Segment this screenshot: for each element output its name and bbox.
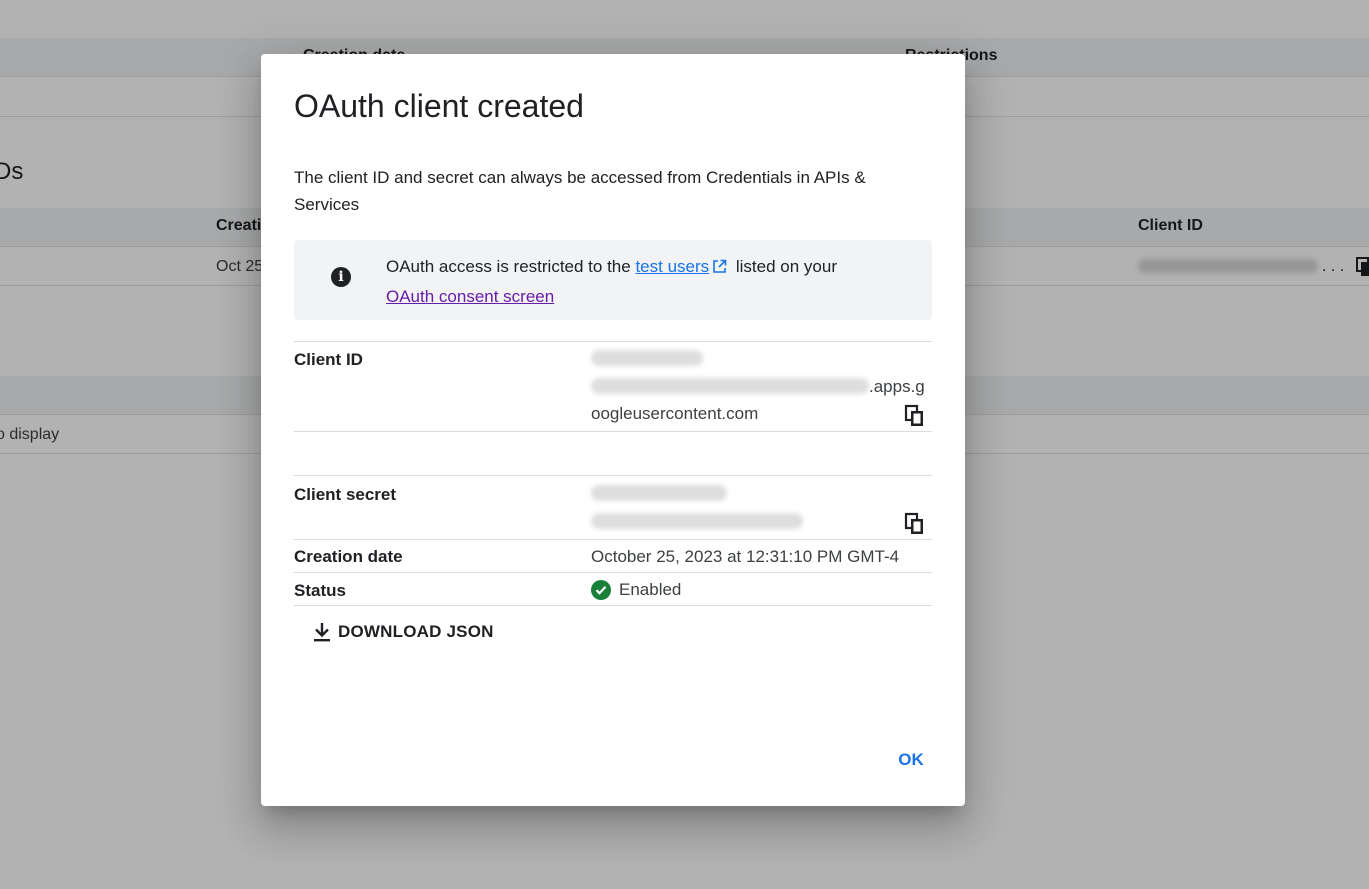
info-banner: i OAuth access is restricted to the test…	[294, 240, 932, 320]
check-circle-icon	[591, 580, 611, 600]
download-json-label: DOWNLOAD JSON	[338, 622, 494, 641]
client-secret-redacted-1	[591, 485, 727, 501]
copy-icon	[904, 512, 923, 534]
download-icon	[314, 623, 330, 642]
client-id-label: Client ID	[294, 350, 363, 369]
copy-client-id-button[interactable]	[904, 404, 928, 428]
external-link-icon[interactable]	[712, 255, 727, 283]
test-users-link[interactable]: test users	[635, 257, 709, 276]
client-secret-label: Client secret	[294, 485, 397, 504]
consent-screen-link[interactable]: OAuth consent screen	[386, 287, 554, 306]
divider	[294, 341, 932, 342]
status-value: Enabled	[591, 578, 681, 602]
client-id-tail: oogleusercontent.com	[591, 404, 759, 423]
download-json-button[interactable]: DOWNLOAD JSON	[302, 614, 506, 650]
client-id-redacted-2	[591, 378, 869, 394]
copy-icon	[904, 404, 923, 426]
client-id-suffix: .apps.g	[869, 377, 925, 396]
divider	[294, 605, 932, 606]
ok-button[interactable]: OK	[883, 742, 939, 778]
dialog-description: The client ID and secret can always be a…	[294, 168, 866, 214]
info-icon: i	[331, 267, 351, 287]
oauth-created-dialog: OAuth client created The client ID and s…	[261, 54, 965, 806]
info-middle: listed on your	[731, 257, 837, 276]
dialog-title: OAuth client created	[294, 88, 584, 124]
client-id-redacted-1	[591, 350, 703, 366]
info-banner-text: OAuth access is restricted to the test u…	[386, 253, 906, 311]
creation-date-label: Creation date	[294, 547, 403, 566]
divider	[294, 475, 932, 476]
client-secret-redacted-2	[591, 513, 803, 529]
creation-date-value: October 25, 2023 at 12:31:10 PM GMT-4	[591, 547, 900, 566]
divider	[294, 431, 932, 432]
info-prefix: OAuth access is restricted to the	[386, 257, 636, 276]
divider	[294, 572, 932, 573]
copy-client-secret-button[interactable]	[904, 512, 928, 536]
status-label: Status	[294, 581, 346, 600]
status-text: Enabled	[619, 580, 682, 599]
ok-label: OK	[898, 750, 924, 769]
divider	[294, 539, 932, 540]
